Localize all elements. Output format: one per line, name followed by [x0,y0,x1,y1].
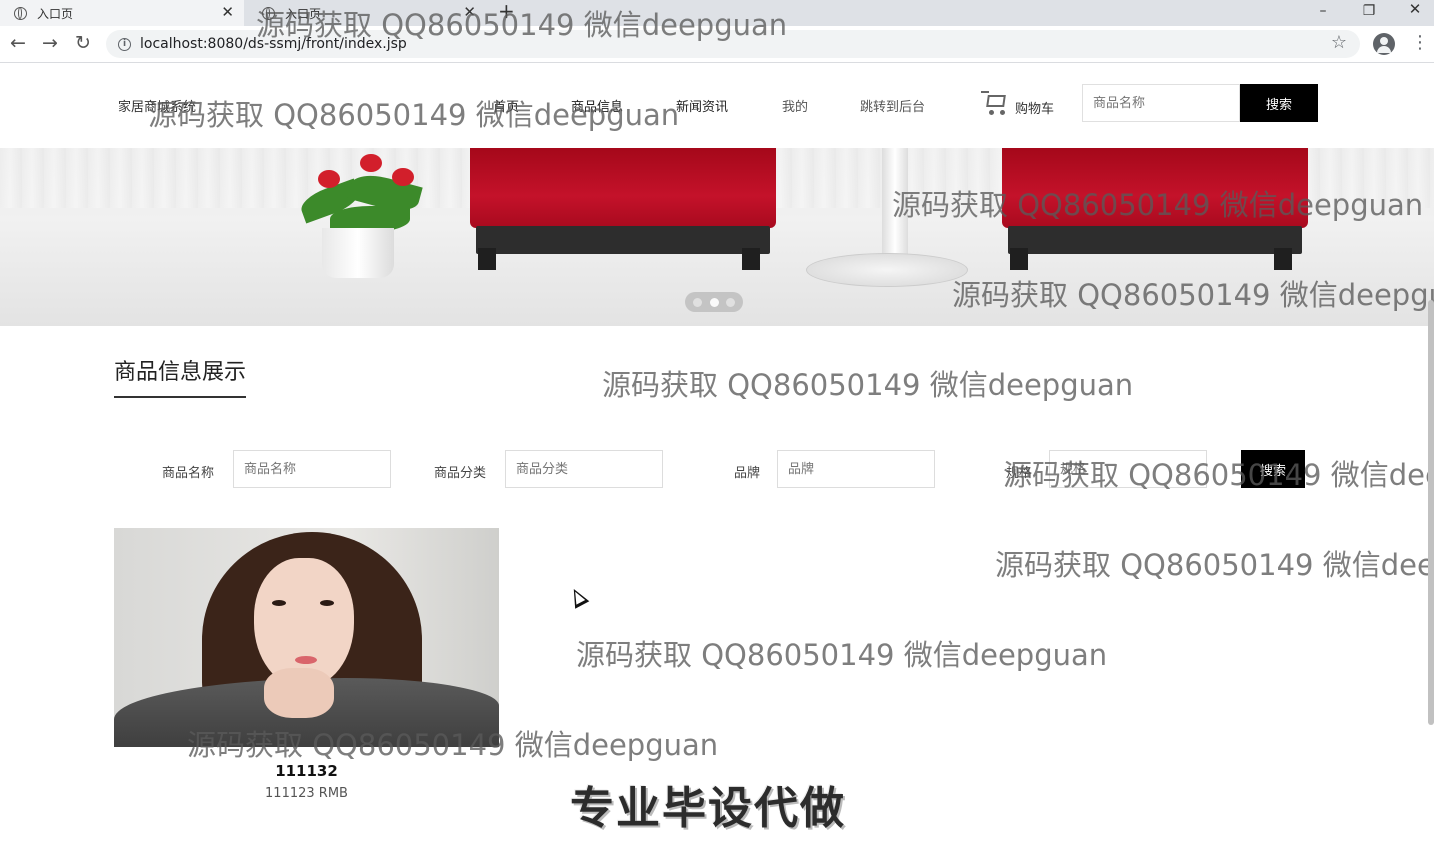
tab-close-icon[interactable]: ✕ [463,3,476,21]
filter-category-input[interactable] [505,450,663,488]
shopping-cart-icon [981,89,1011,117]
info-icon[interactable]: i [118,37,131,51]
carousel-dot[interactable] [726,297,736,307]
browser-tab-bar: 入口页 ✕ 入口页 ✕ + – ❐ ✕ [0,0,1434,26]
site-header: 家居商城系统 首页 商品信息 新闻资讯 我的 跳转到后台 购物车 搜索 [0,63,1434,148]
carousel-dot[interactable] [692,297,702,307]
banner-carousel[interactable] [0,148,1434,326]
nav-item-news[interactable]: 新闻资讯 [676,96,728,115]
address-bar: ← → ↻ i localhost:8080/ds-ssmj/front/ind… [0,26,1434,63]
omnibox[interactable]: i localhost:8080/ds-ssmj/front/index.jsp… [106,30,1360,58]
watermark-text: 源码获取 QQ86050149 微信deepguan [576,638,1108,672]
tab-close-icon[interactable]: ✕ [221,3,234,21]
product-card[interactable]: 111132 111123 RMB [114,528,499,808]
profile-avatar-icon[interactable] [1373,33,1395,55]
filter-spec-input[interactable] [1049,450,1207,488]
forward-arrow-icon[interactable]: → [42,32,58,54]
lamp-stem [882,148,908,258]
promo-banner-text: 专业毕设代做 [570,783,846,834]
browser-tab-2[interactable]: 入口页 ✕ [248,0,486,26]
plant-pot [322,228,394,278]
section-title: 商品信息展示 [114,354,247,398]
filter-label-name: 商品名称 [162,466,215,481]
product-name[interactable]: 111132 [114,762,499,780]
new-tab-icon[interactable]: + [498,0,515,22]
filter-brand-input[interactable] [777,450,935,488]
product-image[interactable] [114,528,499,747]
mouse-cursor-icon [566,585,590,609]
globe-icon [14,6,27,20]
watermark-text: 源码获取 QQ86050149 微信deepguan [602,368,1134,402]
tab-title: 入口页 [285,6,322,21]
url-text[interactable]: localhost:8080/ds-ssmj/front/index.jsp [140,36,407,52]
browser-tab-1[interactable]: 入口页 ✕ [0,0,244,26]
plant-flower [318,170,340,188]
site-brand[interactable]: 家居商城系统 [118,96,196,115]
filter-label-brand: 品牌 [734,466,761,481]
plant-flower [392,168,414,186]
filter-label-spec: 规格 [1006,466,1033,481]
cart-link[interactable]: 购物车 [981,89,1054,117]
nav-item-admin[interactable]: 跳转到后台 [860,96,925,115]
product-price: 111123 RMB [265,786,348,801]
browser-menu-icon[interactable]: ⋮ [1411,32,1429,54]
filter-name-input[interactable] [233,450,391,488]
filter-search-button[interactable]: 搜索 [1241,450,1305,488]
carousel-indicators [685,292,743,312]
page-scrollbar[interactable] [1428,300,1434,725]
plant-flower [360,154,382,172]
nav-item-home[interactable]: 首页 [493,96,519,115]
nav-item-mine[interactable]: 我的 [782,96,808,115]
carousel-dot-active[interactable] [709,297,719,307]
reload-icon[interactable]: ↻ [75,32,91,54]
header-search-button[interactable]: 搜索 [1240,84,1318,122]
window-close-icon[interactable]: ✕ [1392,2,1434,28]
nav-item-products[interactable]: 商品信息 [571,96,623,115]
watermark-text: 源码获取 QQ86050149 微信deepguan [995,548,1434,582]
lamp-base [806,253,968,287]
header-search-input[interactable] [1082,84,1240,122]
filter-label-category: 商品分类 [434,466,487,481]
back-arrow-icon[interactable]: ← [10,32,26,54]
bookmark-star-icon[interactable]: ☆ [1331,32,1347,53]
globe-icon [262,6,275,20]
tab-title: 入口页 [37,6,74,21]
cart-label: 购物车 [1015,102,1055,117]
